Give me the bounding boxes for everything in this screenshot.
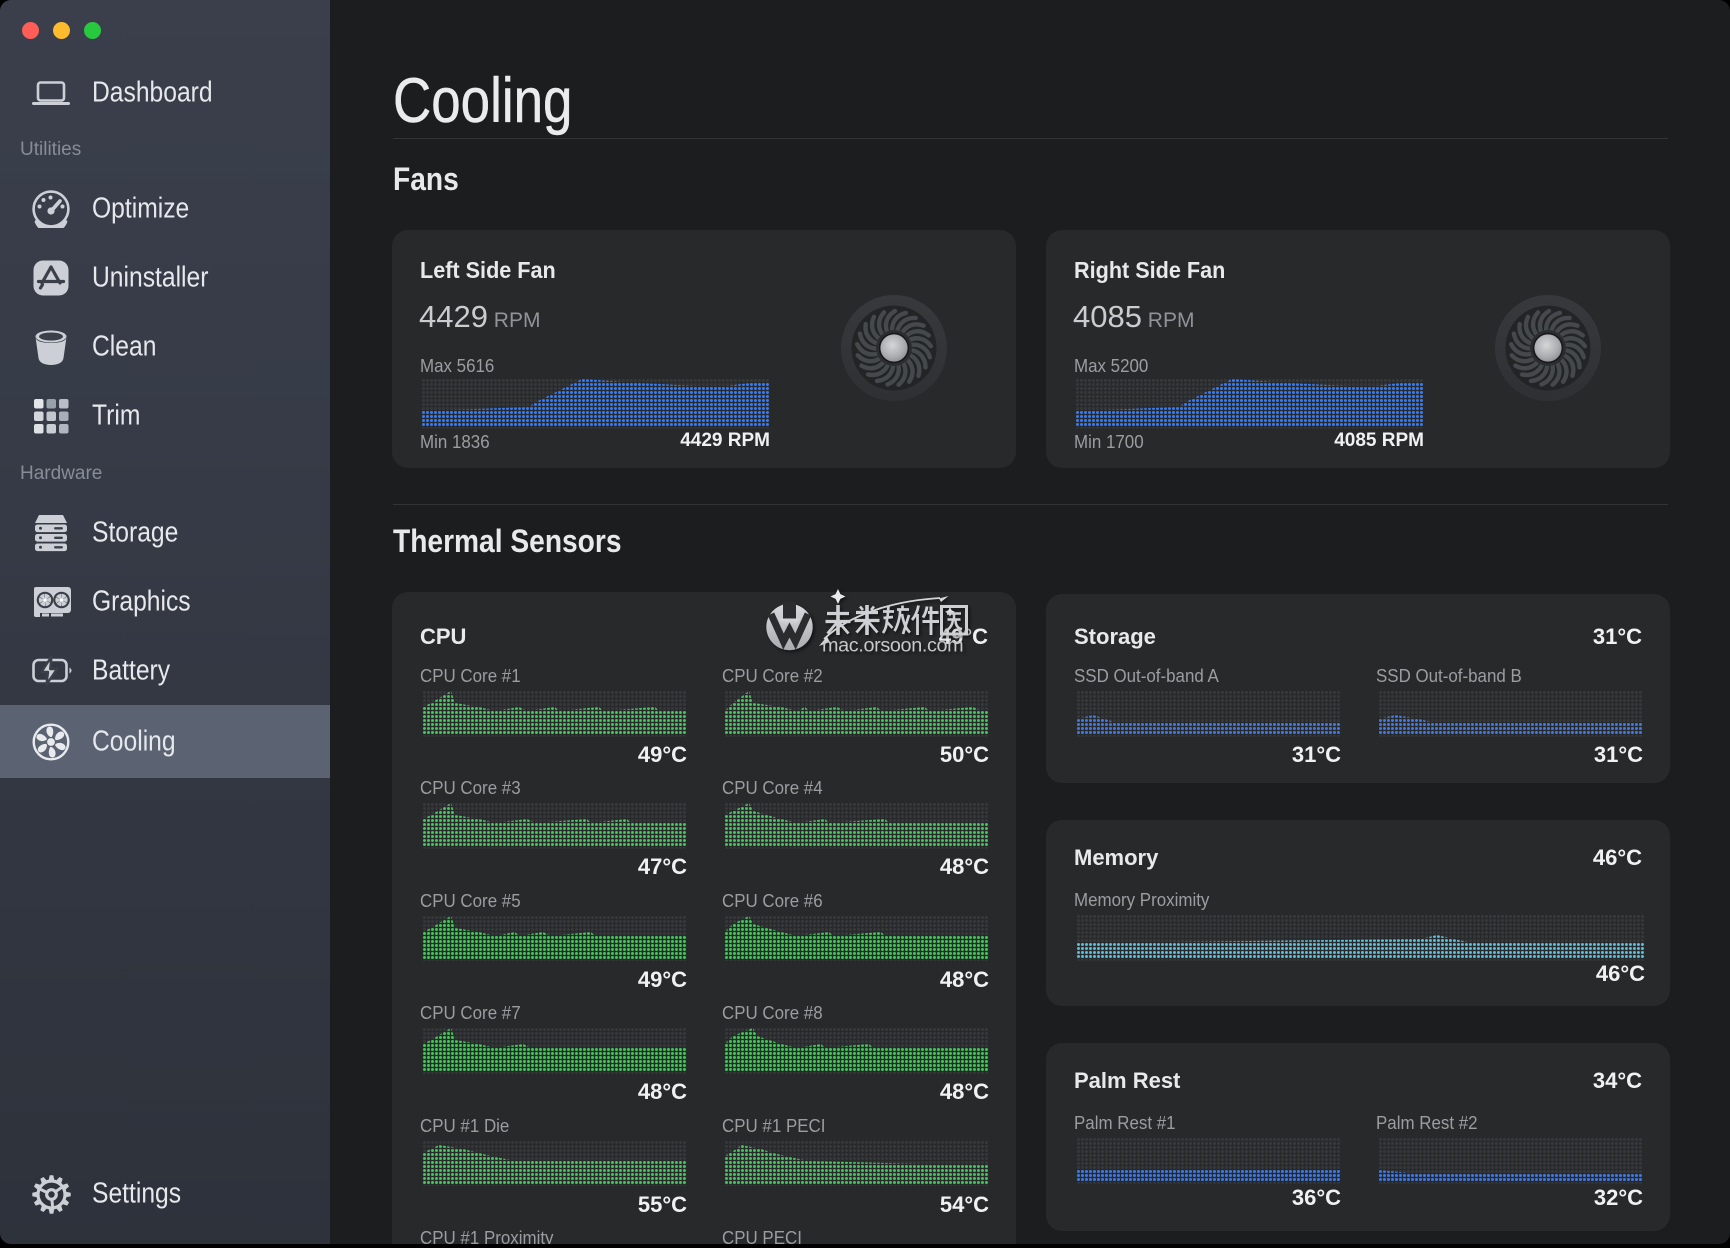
svg-text:mac.orsoon.com: mac.orsoon.com <box>822 635 963 657</box>
